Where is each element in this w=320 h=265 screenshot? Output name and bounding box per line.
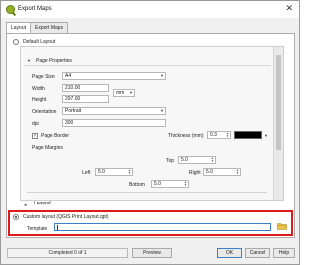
margin-right-input[interactable]: 5.0 ▲ ▼ — [203, 168, 241, 176]
page-margins-label: Page Margins — [32, 145, 63, 151]
page-border-label: Page Border — [41, 133, 70, 139]
spin-icon: ▲ ▼ — [211, 156, 214, 163]
dpi-input[interactable]: 300 — [62, 119, 166, 127]
default-layout-radio[interactable] — [13, 39, 19, 45]
margin-top-value: 5.0 — [181, 157, 188, 163]
spin-icon: ▲ ▼ — [128, 168, 131, 175]
qgis-icon — [6, 5, 15, 14]
orientation-select[interactable]: Portrait ▼ — [62, 107, 166, 115]
margin-top-input[interactable]: 5.0 ▲ ▼ — [178, 156, 216, 164]
page-properties-title: Page Properties — [36, 58, 72, 64]
folder-icon[interactable] — [277, 222, 287, 230]
width-input[interactable]: 210.00 — [62, 84, 109, 92]
help-button[interactable]: Help — [273, 248, 295, 258]
dpi-label: dpi — [32, 121, 39, 127]
thickness-input[interactable]: 0.3 ▲ ▼ — [207, 131, 231, 139]
thickness-label: Thickness (mm) — [168, 133, 204, 139]
page-size-label: Page Size — [32, 74, 55, 80]
margin-right-label: Right — [189, 170, 201, 176]
height-value: 297.00 — [65, 96, 81, 102]
default-layout-label: Default Layout — [23, 39, 56, 45]
unit-select[interactable]: mm ▼ — [113, 89, 135, 97]
page-border-checkbox[interactable]: ✓ — [32, 133, 38, 139]
height-label: Height — [32, 97, 47, 103]
spin-icon: ▲ ▼ — [236, 168, 239, 175]
expand-icon[interactable]: ► — [24, 202, 28, 207]
margin-bottom-input[interactable]: 5.0 ▲ ▼ — [151, 180, 189, 188]
chevron-down-icon[interactable]: ▼ — [264, 133, 268, 138]
spin-icon: ▲ ▼ — [226, 131, 229, 138]
layout-panel: Default Layout ▲ ▼ Page Properties Page … — [6, 33, 295, 238]
text-cursor — [57, 225, 58, 230]
border-color-swatch[interactable] — [234, 131, 262, 139]
margin-bottom-value: 5.0 — [154, 181, 161, 187]
margin-bottom-label: Bottom — [129, 182, 145, 188]
spin-icon: ▲ ▼ — [184, 180, 187, 187]
margin-right-value: 5.0 — [206, 169, 213, 175]
margin-left-value: 5.0 — [98, 169, 105, 175]
margin-left-input[interactable]: 5.0 ▲ ▼ — [95, 168, 133, 176]
width-value: 210.00 — [65, 85, 81, 91]
page-size-select[interactable]: A4 ▼ — [62, 72, 166, 80]
export-maps-dialog: Export Maps ✕ Layout Export Maps Default… — [0, 0, 300, 265]
thickness-value: 0.3 — [210, 132, 217, 138]
close-icon[interactable]: ✕ — [285, 4, 293, 14]
margin-top-label: Top — [166, 158, 175, 164]
collapse-icon: ▼ — [27, 58, 31, 63]
template-input[interactable] — [54, 223, 271, 231]
dialog-button-bar: Completed 0 of 1 Preview OK Cancel Help — [1, 242, 299, 264]
cancel-button[interactable]: Cancel — [245, 248, 270, 258]
dpi-value: 300 — [65, 120, 74, 126]
progress-bar: Completed 0 of 1 — [7, 248, 128, 258]
page-properties-frame: ▲ ▼ Page Properties Page Size A4 ▼ Width… — [20, 46, 284, 201]
chevron-down-icon: ▼ — [129, 90, 133, 95]
chevron-down-icon: ▼ — [160, 73, 164, 78]
orientation-value: Portrait — [65, 108, 82, 114]
tab-export-maps[interactable]: Export Maps — [30, 22, 69, 33]
scrollbar-thumb[interactable] — [276, 55, 281, 150]
unit-value: mm — [116, 90, 125, 96]
page-size-value: A4 — [65, 73, 72, 79]
preview-button[interactable]: Preview — [132, 248, 172, 258]
scrollbar[interactable] — [273, 47, 283, 200]
ok-button[interactable]: OK — [217, 248, 242, 258]
tab-bar: Layout Export Maps — [6, 22, 69, 34]
page-properties-header[interactable]: ▼ Page Properties — [24, 56, 271, 66]
margin-left-label: Left — [82, 170, 91, 176]
window-title: Export Maps — [18, 6, 52, 12]
page-margins-group-border — [27, 192, 267, 200]
title-bar: Export Maps ✕ — [1, 1, 299, 18]
orientation-label: Orientation — [32, 109, 57, 115]
chevron-down-icon: ▼ — [160, 108, 164, 113]
width-label: Width — [32, 86, 45, 92]
legend-label[interactable]: Legend — [34, 201, 51, 204]
height-input[interactable]: 297.00 — [62, 95, 109, 103]
